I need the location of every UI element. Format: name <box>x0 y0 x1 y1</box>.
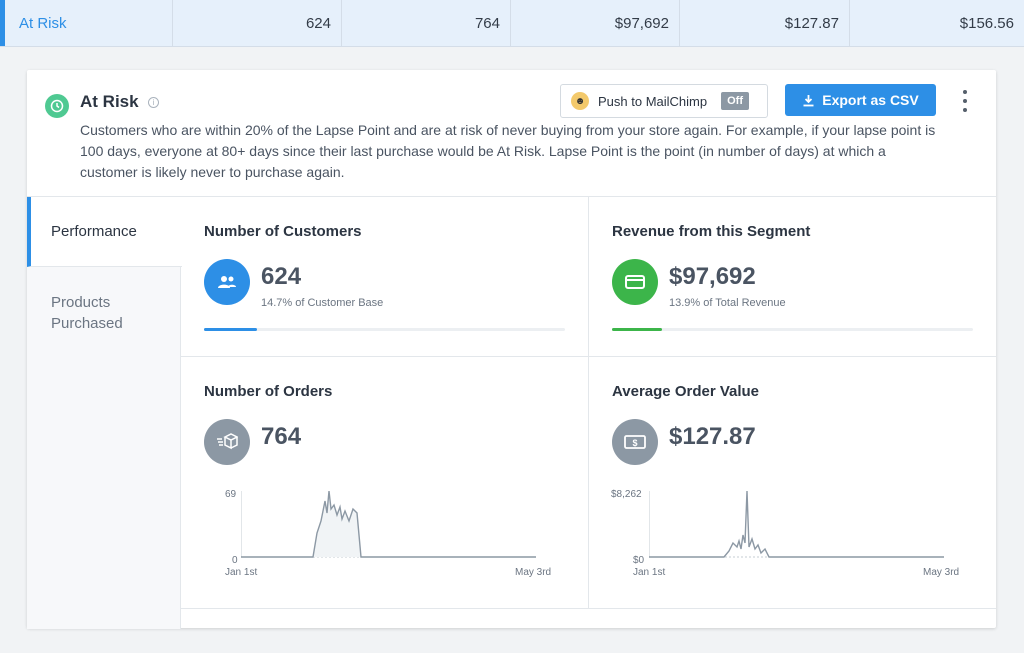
aov-value: $127.87 <box>669 423 756 450</box>
svg-text:$: $ <box>632 438 637 448</box>
orders-xstart: Jan 1st <box>225 567 258 578</box>
side-tabs: Performance Products Purchased <box>27 197 182 629</box>
orders-title: Number of Orders <box>204 383 333 400</box>
aov-tile: Average Order Value $ $127.87 $8,262 $0 … <box>589 357 996 609</box>
orders-ymin: 0 <box>232 555 238 566</box>
tab-performance[interactable]: Performance <box>27 197 182 267</box>
customers-value: 624 <box>261 263 302 290</box>
aov-ymin: $0 <box>633 555 645 566</box>
orders-value: 764 <box>261 423 302 450</box>
more-options-icon[interactable] <box>957 90 973 112</box>
revenue-progress-fill <box>612 328 663 331</box>
segment-card: At Risk i Customers who are within 20% o… <box>27 70 996 629</box>
credit-card-icon <box>612 259 658 305</box>
aov-xend: May 3rd <box>923 567 960 578</box>
customers-progress-fill <box>204 328 258 331</box>
segment-description: Customers who are within 20% of the Laps… <box>80 122 936 180</box>
orders-tile: Number of Orders 764 69 0 Jan 1st May 3r… <box>181 357 589 609</box>
revenue-progress <box>612 328 973 331</box>
segment-body: Performance Products Purchased Number of… <box>27 196 996 629</box>
push-to-mailchimp-button[interactable]: ☻ Push to MailChimp Off <box>560 84 768 118</box>
tab-products-purchased[interactable]: Products Purchased <box>27 267 180 334</box>
info-icon[interactable]: i <box>148 97 159 108</box>
clock-icon <box>45 94 69 118</box>
customers-progress <box>204 328 565 331</box>
row-customers: 624 <box>173 0 342 46</box>
customers-tile: Number of Customers 624 14.7% of Custome… <box>181 197 589 357</box>
orders-ymax: 69 <box>225 489 237 500</box>
aov-xstart: Jan 1st <box>633 567 666 578</box>
mailchimp-label: Push to MailChimp <box>598 93 708 109</box>
revenue-value: $97,692 <box>669 263 756 290</box>
export-csv-label: Export as CSV <box>822 92 919 108</box>
orders-sparkline <box>241 491 536 558</box>
row-orders: 764 <box>342 0 511 46</box>
aov-sparkline <box>649 491 944 558</box>
mailchimp-icon: ☻ <box>571 92 589 110</box>
segment-summary-row[interactable]: At Risk 624 764 $97,692 $127.87 $156.56 <box>0 0 1024 47</box>
revenue-title: Revenue from this Segment <box>612 223 811 240</box>
revenue-sub: 13.9% of Total Revenue <box>669 297 786 309</box>
users-icon <box>204 259 250 305</box>
box-icon <box>204 419 250 465</box>
row-segment-name[interactable]: At Risk <box>5 0 173 46</box>
segment-title: At Risk <box>80 92 139 111</box>
tab-products-label: Products Purchased <box>51 294 123 332</box>
money-icon: $ <box>612 419 658 465</box>
download-icon <box>803 94 814 106</box>
metrics-grid: Number of Customers 624 14.7% of Custome… <box>181 197 996 629</box>
aov-title: Average Order Value <box>612 383 760 400</box>
aov-ymax: $8,262 <box>611 489 642 500</box>
customers-title: Number of Customers <box>204 223 362 240</box>
orders-xend: May 3rd <box>515 567 552 578</box>
customers-sub: 14.7% of Customer Base <box>261 297 384 309</box>
row-aov: $127.87 <box>680 0 850 46</box>
mailchimp-toggle[interactable]: Off <box>721 92 749 110</box>
row-clv: $156.56 <box>959 14 1014 32</box>
row-revenue: $97,692 <box>511 0 680 46</box>
revenue-tile: Revenue from this Segment $97,692 13.9% … <box>589 197 996 357</box>
export-csv-button[interactable]: Export as CSV <box>785 84 936 116</box>
